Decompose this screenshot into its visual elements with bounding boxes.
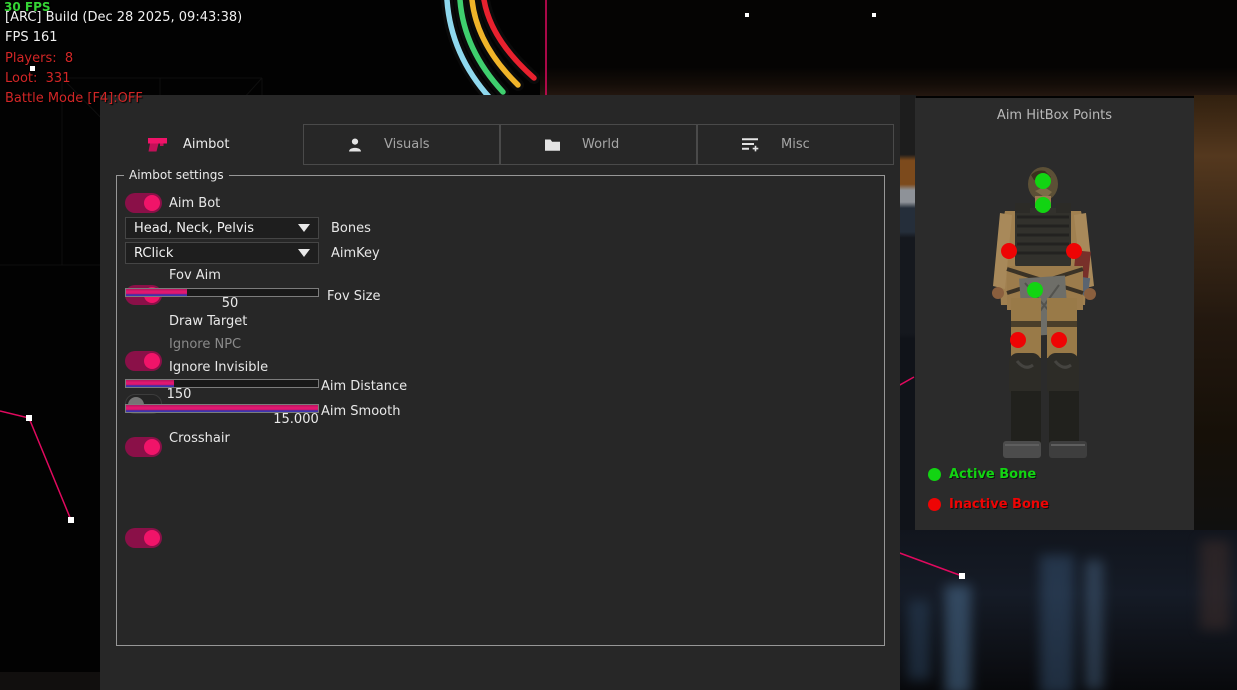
hitbox-preview-panel: Aim HitBox Points [915,98,1194,530]
ignore-invisible-label: Ignore Invisible [169,360,268,375]
bone-point-left-shoulder [1001,243,1017,259]
bone-point-pelvis [1027,282,1043,298]
background-bottom-right [900,530,1237,690]
inactive-bone-dot-icon [928,498,941,511]
tab-label: Aimbot [183,137,229,152]
background-rust-strip [1194,95,1237,530]
screen: 30 FPS [ARC] Build (Dec 28 2025, 09:43:3… [0,0,1237,690]
fov-aim-label: Fov Aim [169,268,221,283]
legend-active-bone: Active Bone [928,467,1036,482]
background-right-top [540,0,1237,96]
ignore-invisible-toggle[interactable] [125,437,162,457]
chevron-down-icon [298,224,310,232]
fov-size-label: Fov Size [327,289,380,304]
tab-label: Misc [781,137,810,152]
legend-inactive-bone: Inactive Bone [928,497,1049,512]
tab-visuals[interactable]: Visuals [303,124,500,165]
aim-bot-label: Aim Bot [169,196,220,211]
tab-label: Visuals [384,137,430,152]
build-info: [ARC] Build (Dec 28 2025, 09:43:38) [5,10,242,25]
aimkey-select[interactable]: RClick [125,242,319,264]
battle-mode-status: Battle Mode [F4]:OFF [5,91,143,106]
bone-point-left-thigh [1010,332,1026,348]
toggle-knob [144,439,160,455]
playlist-add-icon [741,137,760,152]
rainbow-graphic [447,0,534,98]
light-streak [908,600,930,680]
tab-misc[interactable]: Misc [697,124,894,165]
aimkey-select-value: RClick [134,246,298,261]
bone-dot-layer [915,98,1194,530]
aim-distance-label: Aim Distance [321,379,407,394]
group-title: Aimbot settings [124,168,229,182]
tab-label: World [582,137,619,152]
aimbot-settings-group: Aimbot settings Aim Bot Head, Neck, Pelv… [116,175,885,646]
bone-point-head [1035,173,1051,189]
person-icon [347,137,363,153]
legend-label: Active Bone [949,467,1036,482]
slider-fill [126,405,318,412]
draw-target-label: Draw Target [169,314,247,329]
toggle-knob [144,195,160,211]
aim-distance-value: 150 [146,387,212,402]
players-counter: Players: 8 [5,51,73,66]
fps-counter: FPS 161 [5,30,58,45]
slider-fill [126,380,174,387]
legend-label: Inactive Bone [949,497,1049,512]
toggle-knob [144,530,160,546]
slider-fill [126,289,187,296]
bones-label: Bones [331,221,371,236]
light-streak [1085,560,1103,690]
chevron-down-icon [298,249,310,257]
aim-smooth-label: Aim Smooth [321,404,400,419]
cheat-menu-panel: Aimbot Visuals World Misc Aimbot setting [100,95,900,690]
aim-smooth-value: 15.000 [263,412,329,427]
bones-select-value: Head, Neck, Pelvis [134,221,298,236]
light-streak [945,585,971,690]
light-streak [1200,540,1230,630]
fov-size-value: 50 [197,296,263,311]
pistol-icon [148,137,168,152]
bone-point-right-shoulder [1066,243,1082,259]
loot-counter: Loot: 331 [5,71,70,86]
folder-icon [544,138,561,152]
toggle-knob [144,353,160,369]
bones-select[interactable]: Head, Neck, Pelvis [125,217,319,239]
aimkey-label: AimKey [331,246,380,261]
active-bone-dot-icon [928,468,941,481]
tab-aimbot[interactable]: Aimbot [130,124,303,165]
bone-point-neck [1035,197,1051,213]
ignore-npc-label: Ignore NPC [169,337,241,352]
draw-target-toggle[interactable] [125,351,162,371]
crosshair-label: Crosshair [169,431,230,446]
aim-bot-toggle[interactable] [125,193,162,213]
tab-world[interactable]: World [500,124,697,165]
bone-point-right-thigh [1051,332,1067,348]
background-bottom-left [0,672,100,690]
crosshair-toggle[interactable] [125,528,162,548]
light-streak [1040,555,1074,690]
